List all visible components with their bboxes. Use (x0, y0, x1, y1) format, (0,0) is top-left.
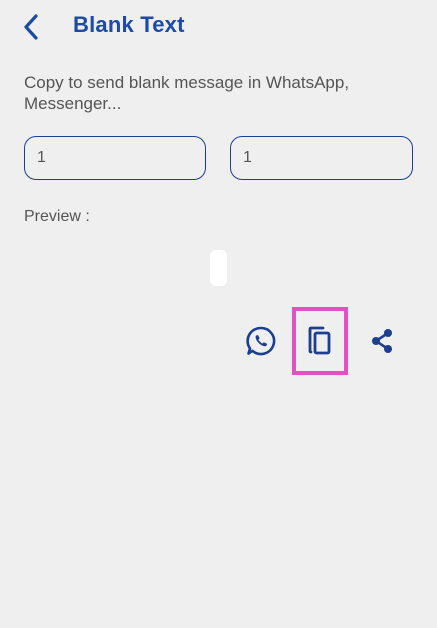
repeat-count-input[interactable] (230, 136, 413, 180)
whatsapp-icon (246, 326, 276, 356)
back-button[interactable] (14, 10, 48, 44)
description-text: Copy to send blank message in WhatsApp, … (24, 73, 350, 113)
whatsapp-button[interactable] (241, 321, 281, 361)
text-count-input[interactable] (24, 136, 206, 180)
app-header: Blank Text (0, 0, 437, 56)
copy-icon (308, 326, 331, 355)
preview-label: Preview : (24, 208, 90, 225)
page-title: Blank Text (73, 12, 185, 37)
share-button[interactable] (362, 321, 402, 361)
share-icon (372, 329, 392, 353)
copy-button[interactable] (292, 307, 348, 375)
blank-text-screen: Blank Text Copy to send blank message in… (0, 0, 437, 628)
preview-bubble (210, 250, 227, 286)
chevron-left-icon (24, 14, 38, 40)
